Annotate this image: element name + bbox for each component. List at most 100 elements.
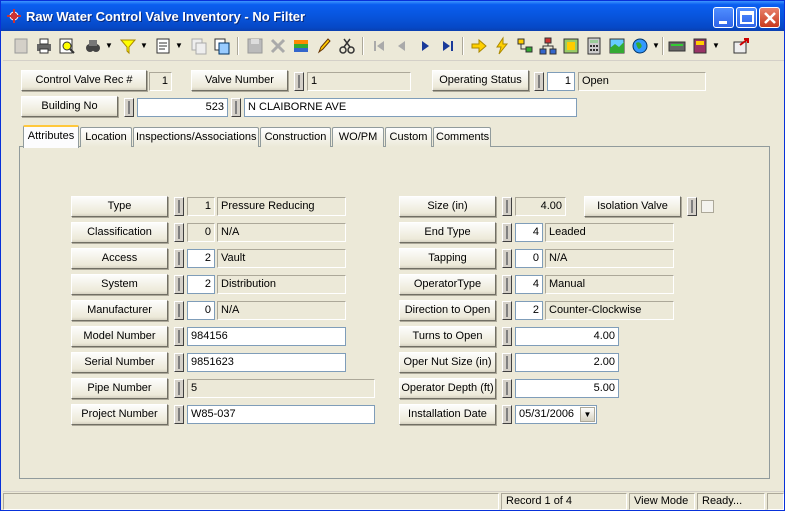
tapping-grip[interactable] bbox=[502, 249, 512, 268]
turns-to-open-grip[interactable] bbox=[502, 327, 512, 346]
tab-attributes[interactable]: Attributes bbox=[23, 125, 79, 148]
tab-custom[interactable]: Custom bbox=[385, 127, 432, 147]
go-icon[interactable] bbox=[469, 36, 489, 56]
cut-icon[interactable] bbox=[337, 36, 357, 56]
end-type-grip[interactable] bbox=[502, 223, 512, 242]
tree-icon[interactable] bbox=[515, 36, 535, 56]
access-grip[interactable] bbox=[174, 249, 184, 268]
installation-date-button[interactable]: Installation Date bbox=[399, 404, 496, 425]
hierarchy-icon[interactable] bbox=[538, 36, 558, 56]
project-number-grip[interactable] bbox=[174, 405, 184, 424]
tapping-button[interactable]: Tapping bbox=[399, 248, 496, 269]
tab-inspections-associations[interactable]: Inspections/Associations bbox=[133, 127, 259, 147]
access-code[interactable]: 2 bbox=[187, 249, 215, 268]
operator-type-grip[interactable] bbox=[502, 275, 512, 294]
installation-date-grip[interactable] bbox=[502, 405, 512, 424]
building-no-grip[interactable] bbox=[124, 98, 134, 117]
title-bar[interactable]: Raw Water Control Valve Inventory - No F… bbox=[1, 1, 784, 31]
print-preview-icon[interactable] bbox=[57, 36, 77, 56]
manufacturer-grip[interactable] bbox=[174, 301, 184, 320]
pipe-number-button[interactable]: Pipe Number bbox=[71, 378, 168, 399]
access-button[interactable]: Access bbox=[71, 248, 168, 269]
report-icon[interactable] bbox=[153, 36, 173, 56]
search-dropdown-icon[interactable]: ▼ bbox=[105, 37, 113, 55]
pipe-number-grip[interactable] bbox=[174, 379, 184, 398]
end-type-button[interactable]: End Type bbox=[399, 222, 496, 243]
isolation-valve-grip[interactable] bbox=[687, 197, 697, 216]
tab-location[interactable]: Location bbox=[80, 127, 132, 147]
building-no-field[interactable]: 523 bbox=[137, 98, 228, 117]
size-button[interactable]: Size (in) bbox=[399, 196, 496, 217]
keyboard-icon[interactable] bbox=[667, 36, 687, 56]
direction-to-open-grip[interactable] bbox=[502, 301, 512, 320]
tab-comments[interactable]: Comments bbox=[433, 127, 491, 147]
book-icon[interactable] bbox=[690, 36, 710, 56]
oper-nut-size-button[interactable]: Oper Nut Size (in) bbox=[399, 352, 496, 373]
model-number-field[interactable]: 984156 bbox=[187, 327, 346, 346]
direction-to-open-button[interactable]: Direction to Open bbox=[399, 300, 496, 321]
system-code[interactable]: 2 bbox=[187, 275, 215, 294]
serial-number-grip[interactable] bbox=[174, 353, 184, 372]
exit-icon[interactable] bbox=[731, 36, 751, 56]
type-grip[interactable] bbox=[174, 197, 184, 216]
calculator-icon[interactable] bbox=[584, 36, 604, 56]
filter-icon[interactable] bbox=[118, 36, 138, 56]
project-number-button[interactable]: Project Number bbox=[71, 404, 168, 425]
last-record-icon[interactable] bbox=[438, 36, 458, 56]
attach-icon[interactable] bbox=[291, 36, 311, 56]
installation-date-picker[interactable]: 05/31/2006 ▼ bbox=[515, 405, 597, 424]
turns-to-open-button[interactable]: Turns to Open bbox=[399, 326, 496, 347]
map-icon[interactable] bbox=[561, 36, 581, 56]
maximize-button[interactable] bbox=[736, 7, 757, 28]
search-icon[interactable] bbox=[83, 36, 103, 56]
operating-status-grip[interactable] bbox=[534, 72, 544, 91]
serial-number-field[interactable]: 9851623 bbox=[187, 353, 346, 372]
view-icon[interactable] bbox=[212, 36, 232, 56]
new-icon[interactable] bbox=[11, 36, 31, 56]
oper-nut-size-field[interactable]: 2.00 bbox=[515, 353, 619, 372]
classification-button[interactable]: Classification bbox=[71, 222, 168, 243]
valve-number-button[interactable]: Valve Number bbox=[191, 70, 288, 91]
lightning-icon[interactable] bbox=[492, 36, 512, 56]
manufacturer-code[interactable]: 0 bbox=[187, 301, 215, 320]
project-number-field[interactable]: W85-037 bbox=[187, 405, 375, 424]
delete-icon[interactable] bbox=[268, 36, 288, 56]
building-no-button[interactable]: Building No bbox=[21, 96, 118, 117]
chevron-down-icon[interactable]: ▼ bbox=[580, 407, 595, 422]
operator-depth-field[interactable]: 5.00 bbox=[515, 379, 619, 398]
globe-dropdown-icon[interactable]: ▼ bbox=[652, 37, 660, 55]
control-valve-rec-button[interactable]: Control Valve Rec # bbox=[21, 70, 147, 91]
minimize-button[interactable] bbox=[713, 7, 734, 28]
operator-depth-grip[interactable] bbox=[502, 379, 512, 398]
filter-dropdown-icon[interactable]: ▼ bbox=[140, 37, 148, 55]
operating-status-button[interactable]: Operating Status bbox=[432, 70, 529, 91]
edit-icon[interactable] bbox=[314, 36, 334, 56]
building-street-field[interactable]: N CLAIBORNE AVE bbox=[244, 98, 577, 117]
close-button[interactable] bbox=[759, 7, 780, 28]
next-record-icon[interactable] bbox=[415, 36, 435, 56]
end-type-code[interactable]: 4 bbox=[515, 223, 543, 242]
type-button[interactable]: Type bbox=[71, 196, 168, 217]
turns-to-open-field[interactable]: 4.00 bbox=[515, 327, 619, 346]
system-button[interactable]: System bbox=[71, 274, 168, 295]
oper-nut-size-grip[interactable] bbox=[502, 353, 512, 372]
prev-record-icon[interactable] bbox=[392, 36, 412, 56]
tapping-code[interactable]: 0 bbox=[515, 249, 543, 268]
building-street-grip[interactable] bbox=[231, 98, 241, 117]
globe-icon[interactable] bbox=[630, 36, 650, 56]
serial-number-button[interactable]: Serial Number bbox=[71, 352, 168, 373]
direction-to-open-code[interactable]: 2 bbox=[515, 301, 543, 320]
print-icon[interactable] bbox=[34, 36, 54, 56]
copy-icon[interactable] bbox=[189, 36, 209, 56]
first-record-icon[interactable] bbox=[369, 36, 389, 56]
system-grip[interactable] bbox=[174, 275, 184, 294]
tab-wo-pm[interactable]: WO/PM bbox=[332, 127, 384, 147]
isolation-valve-checkbox[interactable] bbox=[701, 200, 714, 213]
manufacturer-button[interactable]: Manufacturer bbox=[71, 300, 168, 321]
model-number-grip[interactable] bbox=[174, 327, 184, 346]
model-number-button[interactable]: Model Number bbox=[71, 326, 168, 347]
operator-type-code[interactable]: 4 bbox=[515, 275, 543, 294]
isolation-valve-button[interactable]: Isolation Valve bbox=[584, 196, 681, 217]
resize-grip-icon[interactable] bbox=[767, 493, 784, 510]
valve-number-grip[interactable] bbox=[294, 72, 304, 91]
